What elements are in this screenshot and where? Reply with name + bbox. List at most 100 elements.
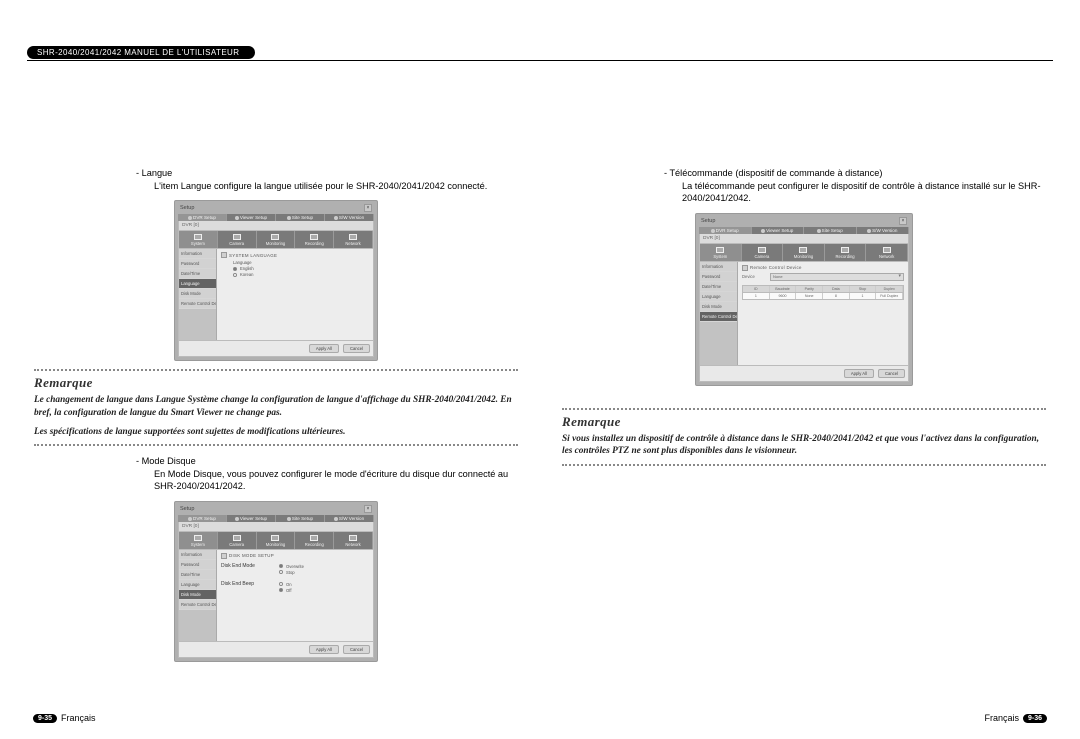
remarque-body-1: Le changement de langue dans Langue Syst… (34, 394, 518, 425)
screenshot-disk-mode: Setup × DVR Setup Viewer Setup Site Setu… (174, 501, 378, 662)
side-remote-control[interactable]: Remote Control Device (179, 600, 216, 610)
system-sidebar: Information Password Date/Time Language … (179, 249, 217, 340)
tab-viewer-setup[interactable]: Viewer Setup (227, 515, 276, 522)
col-id: ID (743, 286, 770, 292)
side-remote-control[interactable]: Remote Control Device (179, 299, 216, 309)
subtab-system[interactable]: System (179, 532, 218, 549)
subtab-network[interactable]: Network (334, 231, 373, 248)
cell-baudrate[interactable]: 9600 (770, 293, 797, 299)
radio-icon (233, 273, 237, 277)
tab-sw-version[interactable]: S/W Version (325, 214, 374, 221)
subtab-camera[interactable]: Camera (218, 532, 257, 549)
two-page-spread: - Langue L'item Langue configure la lang… (0, 62, 1080, 703)
cancel-button[interactable]: Cancel (343, 645, 370, 654)
radio-english[interactable]: English (233, 266, 369, 271)
tab-dvr-setup[interactable]: DVR Setup (178, 515, 227, 522)
folder-icon (221, 553, 227, 559)
table-row: 1 9600 None 8 1 Full Duplex (743, 293, 903, 299)
panel-title-language-text: SYSTEM LANGUAGE (229, 253, 277, 258)
panel-system-language: SYSTEM LANGUAGE Language English Korean (217, 249, 373, 340)
sub-tab-row: System Camera Monitoring Recording Netwo… (178, 231, 374, 249)
footer-left: 9-35 Français (33, 713, 96, 723)
section-disk-mode: - Mode Disque En Mode Disque, vous pouve… (34, 456, 518, 493)
device-label: Device (742, 274, 766, 279)
tab-dvr-setup[interactable]: DVR Setup (699, 227, 752, 234)
subtab-network[interactable]: Network (866, 244, 908, 261)
side-disk-mode[interactable]: Disk Mode (700, 302, 737, 312)
cancel-button[interactable]: Cancel (878, 369, 905, 378)
cell-data[interactable]: 8 (823, 293, 850, 299)
tab-sw-version[interactable]: S/W Version (857, 227, 910, 234)
side-information[interactable]: Information (179, 249, 216, 259)
col-parity: Parity (796, 286, 823, 292)
subtab-system[interactable]: System (700, 244, 742, 261)
tab-dvr-setup[interactable]: DVR Setup (178, 214, 227, 221)
setup-window-title: Setup × (178, 505, 374, 515)
radio-stop[interactable]: Stop (279, 570, 304, 575)
side-language[interactable]: Language (700, 292, 737, 302)
subtab-recording[interactable]: Recording (295, 231, 334, 248)
side-disk-mode[interactable]: Disk Mode (179, 590, 216, 600)
language-label: Language (233, 260, 369, 265)
remote-params-grid: ID Baudrate Parity Data Stop Duplex 1 96… (742, 285, 904, 300)
device-select[interactable]: None (770, 273, 904, 281)
side-language[interactable]: Language (179, 279, 216, 289)
cell-id[interactable]: 1 (743, 293, 770, 299)
disk-end-beep-label: Disk End Beep (221, 581, 269, 593)
subtab-camera[interactable]: Camera (218, 231, 257, 248)
apply-row: Apply All Cancel (178, 341, 374, 357)
subtab-recording[interactable]: Recording (295, 532, 334, 549)
remarque-body-2: Les spécifications de langue supportées … (34, 426, 518, 445)
tab-site-setup[interactable]: Site Setup (276, 515, 325, 522)
side-date-time[interactable]: Date/Time (700, 282, 737, 292)
subtab-monitoring[interactable]: Monitoring (783, 244, 825, 261)
radio-beep-off[interactable]: Off (279, 588, 292, 593)
subtab-camera[interactable]: Camera (742, 244, 784, 261)
dvr-select-row[interactable]: DVR [0] (699, 234, 909, 244)
side-language[interactable]: Language (179, 580, 216, 590)
section-remote: - Télécommande (dispositif de commande à… (562, 168, 1046, 205)
cell-stop[interactable]: 1 (850, 293, 877, 299)
section-remote-desc: La télécommande peut configurer le dispo… (562, 180, 1046, 205)
apply-button[interactable]: Apply All (844, 369, 874, 378)
folder-icon (742, 265, 748, 271)
side-password[interactable]: Password (700, 272, 737, 282)
apply-button[interactable]: Apply All (309, 645, 339, 654)
cell-duplex[interactable]: Full Duplex (876, 293, 903, 299)
dvr-select-row[interactable]: DVR [0] (178, 221, 374, 231)
subtab-monitoring[interactable]: Monitoring (257, 532, 296, 549)
col-data: Data (823, 286, 850, 292)
col-baudrate: Baudrate (770, 286, 797, 292)
tab-sw-version[interactable]: S/W Version (325, 515, 374, 522)
tab-site-setup[interactable]: Site Setup (276, 214, 325, 221)
subtab-system[interactable]: System (179, 231, 218, 248)
subtab-monitoring[interactable]: Monitoring (257, 231, 296, 248)
cell-parity[interactable]: None (796, 293, 823, 299)
tab-site-setup[interactable]: Site Setup (804, 227, 857, 234)
close-icon[interactable]: × (364, 204, 372, 212)
section-langue: - Langue L'item Langue configure la lang… (34, 168, 518, 192)
dvr-select-row[interactable]: DVR [0] (178, 522, 374, 532)
side-date-time[interactable]: Date/Time (179, 570, 216, 580)
side-password[interactable]: Password (179, 560, 216, 570)
cancel-button[interactable]: Cancel (343, 344, 370, 353)
tab-viewer-setup[interactable]: Viewer Setup (227, 214, 276, 221)
subtab-recording[interactable]: Recording (825, 244, 867, 261)
radio-beep-on[interactable]: On (279, 582, 292, 587)
side-date-time[interactable]: Date/Time (179, 269, 216, 279)
panel-title-remote-text: Remote Control Device (750, 265, 802, 270)
side-remote-control[interactable]: Remote Control Device (700, 312, 737, 322)
apply-button[interactable]: Apply All (309, 344, 339, 353)
side-information[interactable]: Information (179, 550, 216, 560)
side-disk-mode[interactable]: Disk Mode (179, 289, 216, 299)
tab-viewer-setup[interactable]: Viewer Setup (752, 227, 805, 234)
panel-title-language: SYSTEM LANGUAGE (221, 252, 369, 258)
side-information[interactable]: Information (700, 262, 737, 272)
close-icon[interactable]: × (364, 505, 372, 513)
setup-window-title: Setup × (178, 204, 374, 214)
radio-korean[interactable]: Korean (233, 272, 369, 277)
side-password[interactable]: Password (179, 259, 216, 269)
close-icon[interactable]: × (899, 217, 907, 225)
radio-overwrite[interactable]: Overwrite (279, 564, 304, 569)
subtab-network[interactable]: Network (334, 532, 373, 549)
